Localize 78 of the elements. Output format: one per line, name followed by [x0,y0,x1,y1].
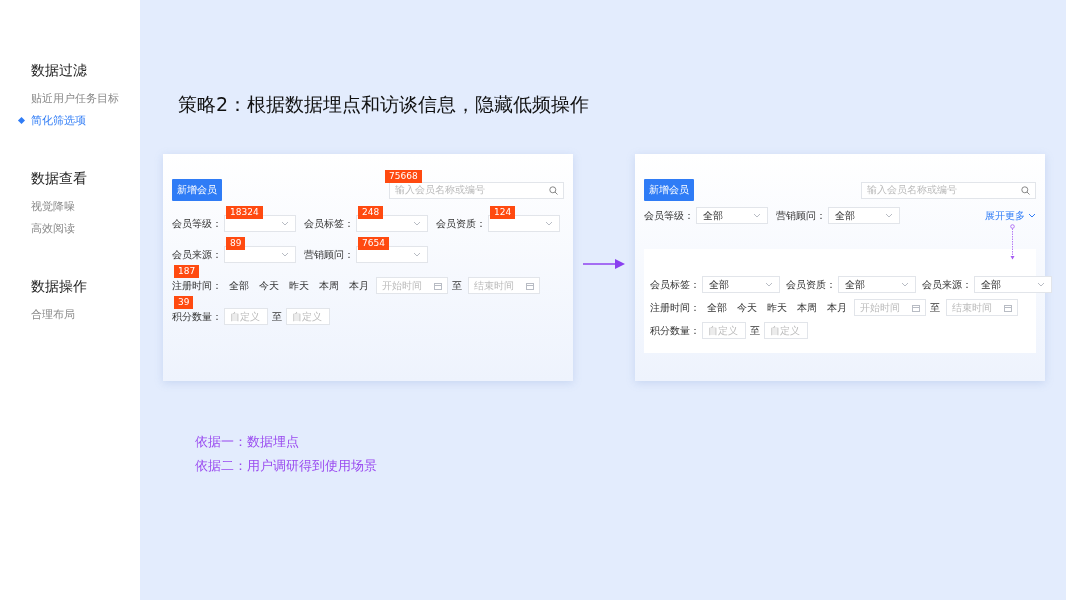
count-badge: 75668 [385,169,422,183]
chevron-down-icon [413,252,421,257]
section-title: 数据查看 [31,170,88,188]
select-field[interactable] [224,246,296,263]
time-option[interactable]: 全部 [707,300,727,315]
time-option[interactable]: 本月 [827,300,847,315]
separator-text: 至 [272,309,282,324]
nav-item[interactable]: 贴近用户任务目标 [31,88,140,110]
field-label: 注册时间： [650,300,700,315]
select-field[interactable]: 全部 [838,276,916,293]
separator-text: 至 [930,300,940,315]
expand-more-link[interactable]: 展开更多 [985,208,1036,223]
field-label: 会员标签： [304,216,354,231]
nav-item[interactable]: 简化筛选项 [31,110,140,132]
nav-item[interactable]: 合理布局 [31,304,140,326]
arrow-icon [583,259,625,269]
count-badge: 187 [174,265,200,278]
time-option[interactable]: 昨天 [767,300,787,315]
time-option[interactable]: 本周 [319,278,339,293]
calendar-icon [1004,303,1012,312]
field-label: 会员资质： [436,216,486,231]
count-badge: 124 [490,206,516,219]
field-label: 积分数量： [650,323,700,338]
time-option[interactable]: 本月 [349,278,369,293]
count-badge: 18324 [226,206,263,219]
select-field[interactable]: 全部 [702,276,780,293]
leader-line [1010,224,1015,260]
separator-text: 至 [452,278,462,293]
field-label: 会员等级： [172,216,222,231]
add-member-button[interactable]: 新增会员 [172,179,222,201]
chevron-down-icon [545,221,553,226]
chevron-down-icon [1028,213,1036,218]
field-label: 会员来源： [172,247,222,262]
nav-item[interactable]: 视觉降噪 [31,196,140,218]
field-label: 营销顾问： [776,208,826,223]
field-label: 营销顾问： [304,247,354,262]
select-field[interactable]: 全部 [696,207,768,224]
select-field[interactable] [488,215,560,232]
select-field[interactable]: 全部 [828,207,900,224]
count-badge: 248 [358,206,384,219]
field-label: 注册时间： [172,278,222,293]
select-field[interactable] [356,215,428,232]
chevron-down-icon [901,282,909,287]
note-text: 依据一：数据埋点 [195,433,300,451]
field-label: 会员来源： [922,277,972,292]
chevron-down-icon [765,282,773,287]
count-badge: 89 [226,237,246,250]
calendar-icon [912,303,920,312]
chevron-down-icon [413,221,421,226]
field-label: 会员标签： [650,277,700,292]
time-option[interactable]: 今天 [737,300,757,315]
field-label: 会员等级： [644,208,694,223]
slide-title: 策略2：根据数据埋点和访谈信息，隐藏低频操作 [178,92,591,117]
time-option[interactable]: 今天 [259,278,279,293]
search-icon [549,185,558,195]
time-option[interactable]: 本周 [797,300,817,315]
section-title: 数据过滤 [31,62,88,80]
count-badge: 39 [174,296,194,309]
calendar-icon [434,281,442,290]
search-icon [1021,185,1030,195]
chevron-down-icon [281,221,289,226]
section-title: 数据操作 [31,278,88,296]
time-option[interactable]: 全部 [229,278,249,293]
select-field[interactable]: 全部 [974,276,1052,293]
add-member-button[interactable]: 新增会员 [644,179,694,201]
separator-text: 至 [750,323,760,338]
chevron-down-icon [885,213,893,218]
select-field[interactable] [356,246,428,263]
count-badge: 7654 [358,237,389,250]
chevron-down-icon [281,252,289,257]
time-option[interactable]: 昨天 [289,278,309,293]
nav-item[interactable]: 高效阅读 [31,218,140,240]
field-label: 会员资质： [786,277,836,292]
field-label: 积分数量： [172,309,222,324]
note-text: 依据二：用户调研得到使用场景 [195,457,378,475]
calendar-icon [526,281,534,290]
chevron-down-icon [753,213,761,218]
chevron-down-icon [1037,282,1045,287]
